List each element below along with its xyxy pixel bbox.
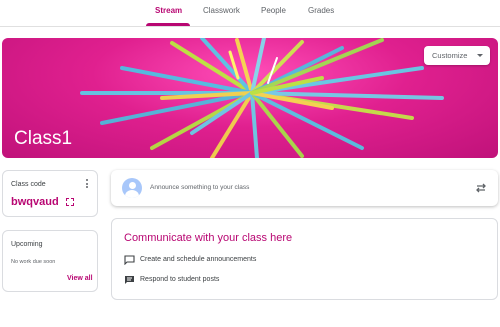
class-tabs: Stream Classwork People Grades (0, 0, 500, 27)
communicate-item-label: Respond to student posts (140, 276, 220, 283)
customize-button[interactable]: Customize (424, 46, 490, 65)
communicate-card: Communicate with your class here Create … (111, 218, 498, 300)
announce-box[interactable]: Announce something to your class (111, 170, 498, 206)
class-name: Class1 (14, 128, 73, 149)
fullscreen-icon[interactable] (66, 198, 74, 206)
tab-people[interactable]: People (261, 6, 286, 15)
upcoming-title: Upcoming (11, 241, 43, 248)
view-all-link[interactable]: View all (67, 275, 93, 282)
class-code-value: bwqvaud (11, 196, 59, 208)
tab-classwork[interactable]: Classwork (203, 6, 240, 15)
comment-list-icon (125, 276, 134, 284)
upcoming-card: Upcoming No work due soon View all (2, 230, 98, 292)
chat-bubble-icon (124, 255, 135, 265)
avatar (122, 178, 142, 198)
announce-placeholder[interactable]: Announce something to your class (150, 184, 249, 191)
communicate-item-label: Create and schedule announcements (140, 256, 257, 263)
repost-icon[interactable] (474, 181, 488, 195)
tab-stream[interactable]: Stream (155, 6, 182, 15)
active-tab-indicator (146, 23, 190, 26)
tab-grades[interactable]: Grades (308, 6, 334, 15)
class-code-label: Class code (11, 181, 46, 188)
communicate-title: Communicate with your class here (124, 232, 293, 244)
more-vert-icon[interactable] (85, 179, 89, 191)
customize-label: Customize (432, 51, 468, 60)
dropdown-caret-icon (477, 54, 483, 57)
class-code-card: Class code bwqvaud (2, 170, 98, 217)
upcoming-empty-text: No work due soon (11, 259, 56, 265)
